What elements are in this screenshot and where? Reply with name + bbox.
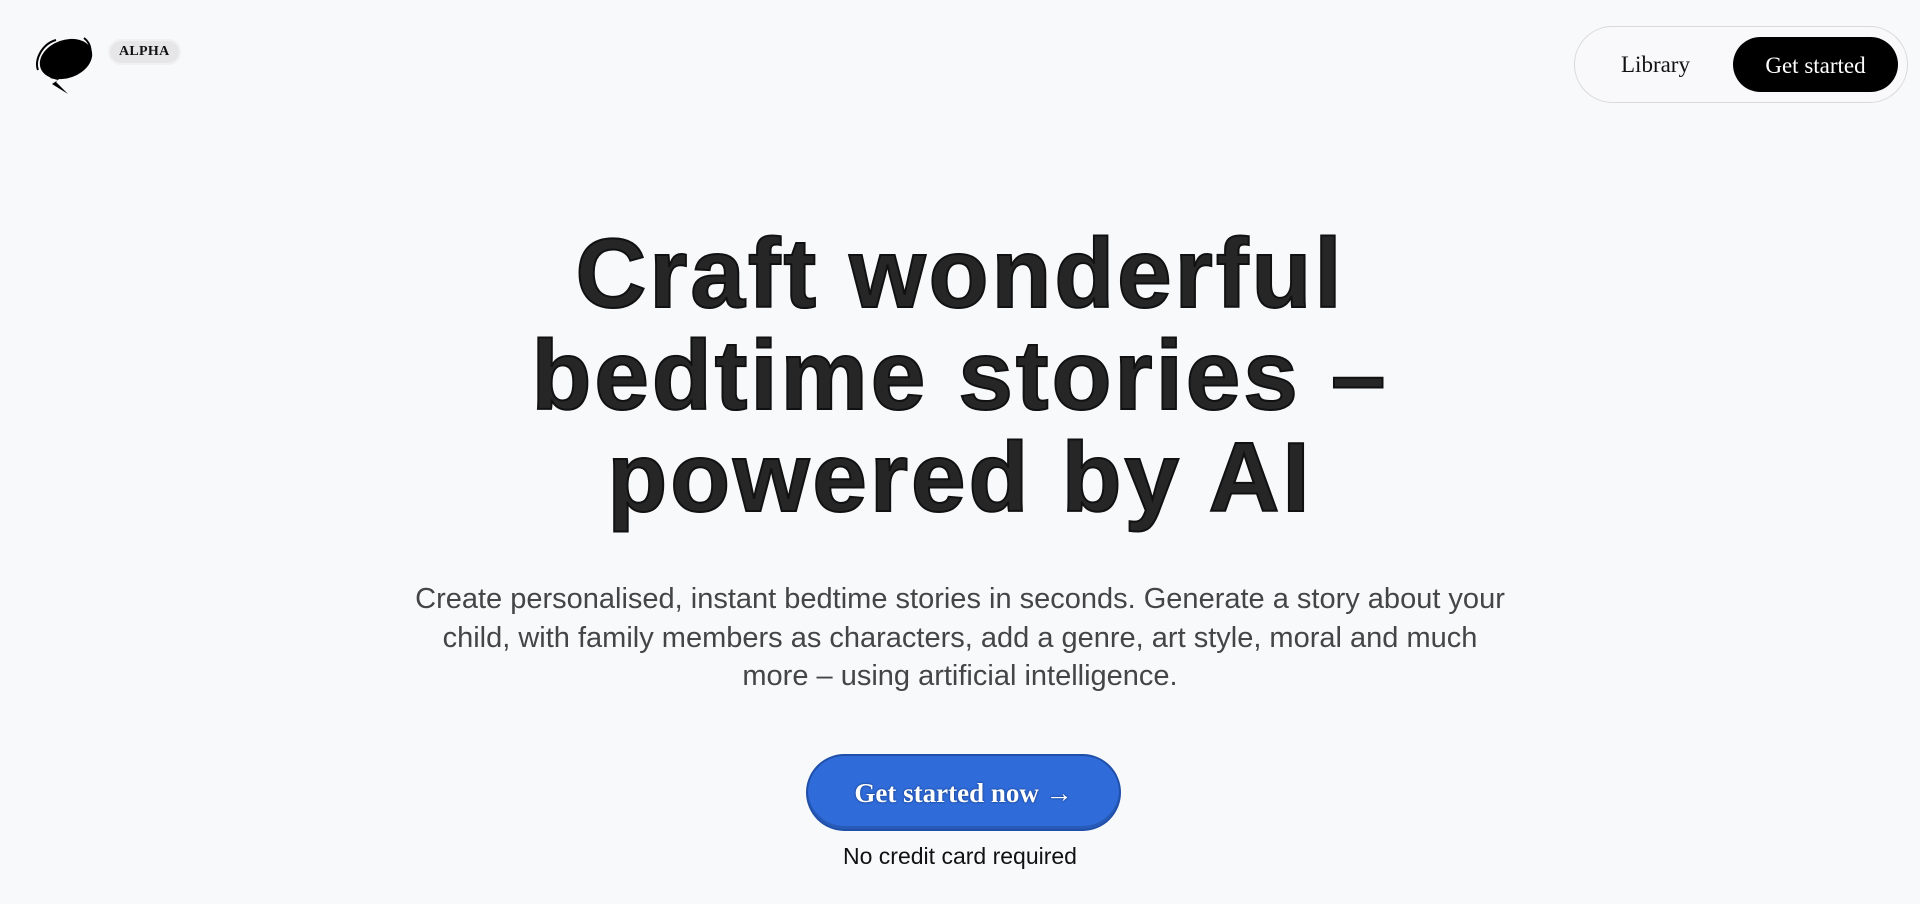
no-credit-card-note: No credit card required — [843, 843, 1077, 869]
hero-subtitle: Create personalised, instant bedtime sto… — [360, 580, 1560, 696]
hero-title-line: bedtime stories – — [530, 320, 1389, 430]
logo[interactable] — [28, 32, 98, 100]
get-started-now-button[interactable]: Get started now → — [806, 754, 1121, 831]
library-link[interactable]: Library — [1621, 27, 1690, 102]
hero-title-line: Craft wonderful — [574, 218, 1345, 328]
alpha-badge: ALPHA — [108, 39, 181, 65]
get-started-button[interactable]: Get started — [1733, 37, 1898, 92]
speech-bubble-lightning-icon — [36, 37, 93, 94]
hero-title: Craft wonderful bedtime stories – powere… — [0, 218, 1920, 532]
top-nav: Library Get started — [1574, 26, 1908, 103]
hero-subtitle-line: more – using artificial intelligence. — [742, 660, 1178, 692]
hero-title-line: powered by AI — [606, 422, 1313, 532]
hero-subtitle-line: Create personalised, instant bedtime sto… — [415, 583, 1505, 615]
hero-subtitle-line: child, with family members as characters… — [442, 621, 1478, 654]
